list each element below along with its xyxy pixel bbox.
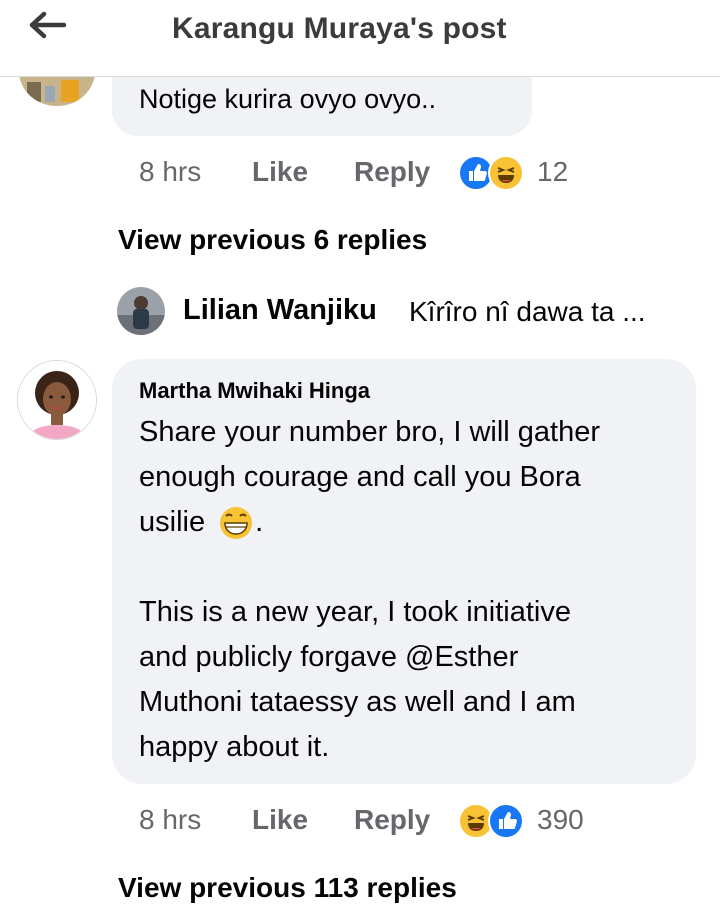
- reply-button[interactable]: Reply: [354, 156, 430, 188]
- grinning-emoji-icon: [217, 506, 255, 540]
- view-previous-replies-link[interactable]: View previous 6 replies: [118, 224, 427, 256]
- reply-author-name[interactable]: Lilian Wanjiku: [183, 294, 377, 327]
- comment-text: Notige kurira ovyo ovyo..: [139, 84, 437, 114]
- comment-line: happy about it.: [139, 731, 330, 763]
- like-button[interactable]: Like: [252, 804, 308, 836]
- reaction-count: 390: [537, 804, 584, 835]
- like-button[interactable]: Like: [252, 156, 308, 188]
- comment-line: Muthoni tataessy as well and I am: [139, 686, 576, 718]
- comment-line: enough courage and call you Bora: [139, 461, 581, 493]
- comment-author-name[interactable]: Martha Mwihaki Hinga: [139, 378, 370, 404]
- like-icon: [488, 803, 524, 839]
- martha-avatar[interactable]: [17, 360, 97, 440]
- reply-preview-text[interactable]: Kîrîro nî dawa ta ...: [409, 296, 646, 328]
- haha-icon: [488, 155, 524, 191]
- comment-time: 8 hrs: [139, 156, 202, 187]
- comment-line: and publicly forgave @Esther: [139, 641, 519, 673]
- comment-line-text: usilie: [139, 506, 206, 538]
- comment-line: Share your number bro, I will gather: [139, 416, 600, 448]
- reaction-summary[interactable]: [458, 803, 528, 839]
- reply-button[interactable]: Reply: [354, 804, 430, 836]
- back-arrow-icon[interactable]: [28, 10, 68, 40]
- comment-line: usilie .: [139, 500, 263, 545]
- view-previous-replies-link[interactable]: View previous 113 replies: [118, 872, 457, 904]
- header-title: Karangu Muraya's post: [172, 12, 507, 45]
- comment-line: This is a new year, I took initiative: [139, 596, 571, 628]
- reply-avatar[interactable]: [117, 287, 165, 335]
- reaction-count: 12: [537, 156, 569, 187]
- comment-line-end: .: [255, 506, 264, 538]
- comment-time: 8 hrs: [139, 804, 202, 835]
- reaction-summary[interactable]: [458, 155, 528, 191]
